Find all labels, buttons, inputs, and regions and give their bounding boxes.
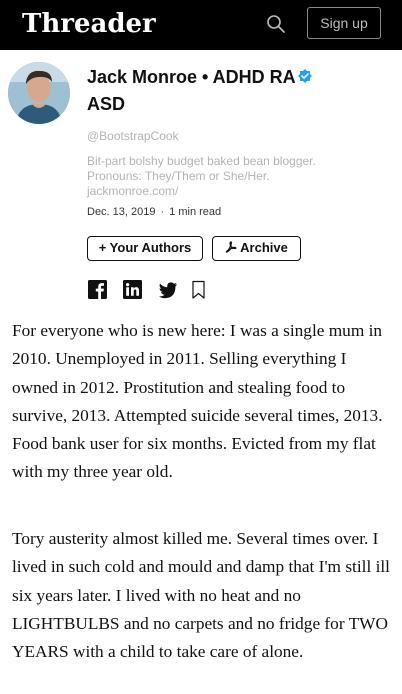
author-name[interactable]: Jack Monroe • ADHD RA ASD [87,64,327,118]
top-bar: Threader Sign up [0,0,402,50]
meta-separator: · [160,206,165,218]
twitter-icon[interactable] [158,280,177,299]
verified-badge-icon [297,68,313,84]
search-icon[interactable] [265,13,287,35]
your-authors-button[interactable]: + Your Authors [87,236,203,261]
sign-up-button[interactable]: Sign up [307,7,381,39]
bookmark-icon[interactable] [191,280,210,299]
linkedin-icon[interactable] [123,280,142,299]
author-bio: Bit-part bolshy budget baked bean blogge… [87,154,316,198]
logo[interactable]: Threader [22,6,156,42]
avatar[interactable] [8,62,70,124]
post-meta: Dec. 13, 2019 · 1 min read [87,206,221,218]
author-handle[interactable]: @BootstrapCook [87,129,179,143]
thread-paragraph: For everyone who is new here: I was a si… [12,321,383,482]
pdf-icon [225,237,237,259]
read-time: 1 min read [169,206,222,218]
post-date: Dec. 13, 2019 [87,206,156,218]
archive-label: Archive [240,240,288,255]
thread-paragraph: Tory austerity almost killed me. Several… [12,529,390,662]
facebook-icon[interactable] [88,280,107,299]
archive-button[interactable]: Archive [212,236,301,261]
